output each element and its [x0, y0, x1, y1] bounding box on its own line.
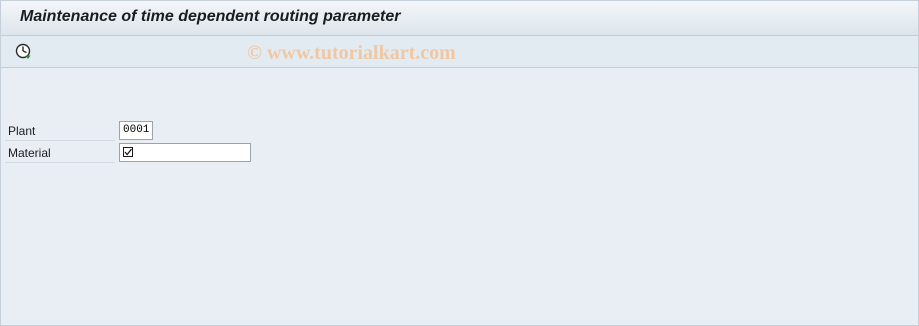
plant-input[interactable]: 0001 [119, 121, 153, 140]
execute-button[interactable] [13, 41, 33, 61]
plant-input-value: 0001 [123, 124, 150, 136]
application-toolbar: © www.tutorialkart.com [1, 36, 918, 68]
plant-row: Plant 0001 [5, 121, 251, 141]
sap-window: Maintenance of time dependent routing pa… [0, 0, 919, 326]
page-title: Maintenance of time dependent routing pa… [20, 8, 401, 25]
material-label: Material [5, 143, 115, 163]
required-checkbox-icon [123, 147, 133, 157]
watermark-text: © www.tutorialkart.com [247, 42, 456, 64]
title-bar: Maintenance of time dependent routing pa… [1, 1, 918, 36]
material-row: Material [5, 143, 251, 163]
material-input[interactable] [119, 143, 251, 162]
selection-screen: Plant 0001 Material [1, 68, 918, 325]
execute-clock-icon [15, 43, 31, 59]
plant-label: Plant [5, 121, 115, 141]
